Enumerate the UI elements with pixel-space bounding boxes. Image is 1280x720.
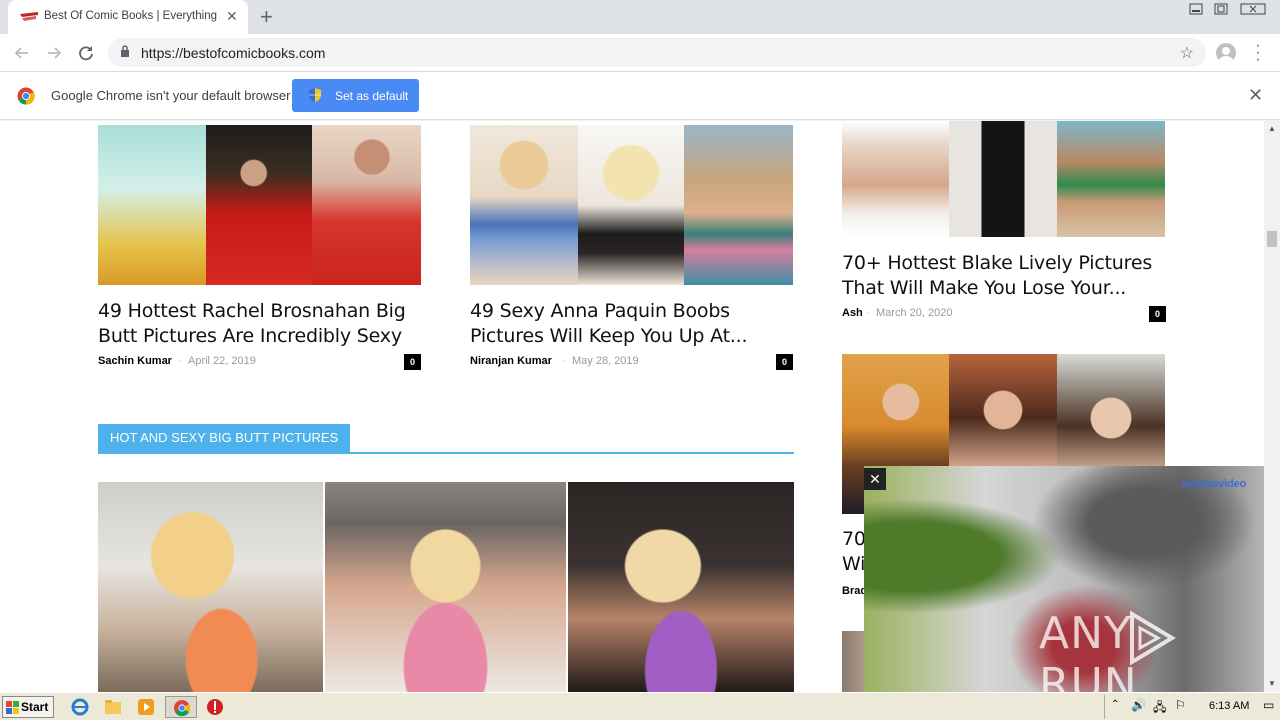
browser-toolbar: https://bestofcomicbooks.com ☆ · · · (0, 34, 1280, 72)
default-browser-infobar: Google Chrome isn't your default browser… (0, 72, 1280, 120)
article-title-line[interactable]: Pictures Will Keep You Up At... (470, 324, 800, 349)
article-title-line[interactable]: 70+ Hottest Blake Lively Pictures (842, 251, 1172, 276)
windows-logo-icon (6, 701, 19, 714)
article-title[interactable]: 49 Sexy Anna Paquin Boobs Pictures Will … (470, 299, 800, 349)
internet-explorer-icon[interactable] (70, 697, 90, 717)
infobar-close-icon[interactable]: ✕ (1248, 85, 1263, 106)
watermark-play-icon (1130, 610, 1176, 666)
video-ad-player[interactable]: avantisvideo ANYRUN (864, 466, 1264, 692)
tab-title: Best Of Comic Books | Everything Ab (44, 10, 220, 22)
show-desktop-icon[interactable]: ▭ (1263, 698, 1274, 712)
scroll-thumb[interactable] (1267, 231, 1277, 247)
new-tab-button[interactable]: + (260, 4, 273, 30)
infobar-message: Google Chrome isn't your default browser (51, 88, 291, 103)
article-thumbnail[interactable] (842, 121, 1165, 237)
file-explorer-icon[interactable] (103, 697, 123, 717)
uac-shield-icon (309, 88, 321, 102)
section-title[interactable]: HOT AND SEXY BIG BUTT PICTURES (98, 424, 351, 452)
section-thumbnail[interactable] (98, 482, 794, 692)
article-thumbnail[interactable] (470, 125, 793, 285)
system-tray: ⌃ 🔊 🖧 ⚐ 6:13 AM ▭ (1104, 695, 1280, 719)
volume-icon[interactable]: 🔊 (1131, 698, 1146, 712)
browser-tab[interactable]: Best Of Comic Books | Everything Ab ✕ (8, 0, 248, 34)
back-icon[interactable] (11, 42, 33, 64)
forward-icon[interactable] (43, 42, 65, 64)
video-brand-logo: avantisvideo (1181, 478, 1246, 490)
chrome-taskbar-button[interactable] (165, 696, 197, 718)
set-as-default-button[interactable]: Set as default (292, 79, 419, 112)
article-author[interactable]: Ash (842, 307, 863, 319)
tab-strip: Best Of Comic Books | Everything Ab ✕ + (0, 0, 1280, 34)
windows-taskbar: Start ⌃ 🔊 🖧 ⚐ 6:13 AM ▭ (0, 692, 1280, 720)
site-favicon-icon (20, 12, 38, 21)
set-as-default-label: Set as default (335, 89, 409, 103)
meta-separator: - (866, 307, 870, 319)
article-date: April 22, 2019 (188, 355, 256, 367)
address-bar[interactable]: https://bestofcomicbooks.com ☆ (108, 38, 1206, 67)
article-date: March 20, 2020 (876, 307, 953, 319)
restore-button[interactable] (1209, 2, 1233, 16)
minimize-button[interactable] (1184, 2, 1208, 16)
article-author[interactable]: Niranjan Kumar (470, 355, 552, 367)
article-date: May 28, 2019 (572, 355, 639, 367)
article-title-line[interactable]: Butt Pictures Are Incredibly Sexy (98, 324, 428, 349)
comment-count-badge[interactable]: 0 (776, 354, 793, 370)
article-title[interactable]: 49 Hottest Rachel Brosnahan Big Butt Pic… (98, 299, 428, 349)
tab-close-icon[interactable]: ✕ (226, 8, 238, 25)
meta-separator: - (562, 355, 566, 367)
article-title[interactable]: 70+ Hottest Blake Lively Pictures That W… (842, 251, 1172, 301)
start-button[interactable]: Start (2, 696, 54, 718)
bookmark-star-icon[interactable]: ☆ (1180, 43, 1194, 63)
antivirus-icon[interactable] (205, 697, 225, 717)
article-title-line[interactable]: 49 Hottest Rachel Brosnahan Big (98, 299, 428, 324)
window-close-button[interactable] (1234, 2, 1272, 16)
scroll-down-icon[interactable]: ▼ (1264, 676, 1280, 692)
video-close-button[interactable]: ✕ (864, 468, 886, 490)
article-author[interactable]: Sachin Kumar (98, 355, 172, 367)
profile-avatar-icon[interactable] (1216, 43, 1236, 63)
comment-count-badge[interactable]: 0 (404, 354, 421, 370)
taskbar-clock[interactable]: 6:13 AM (1209, 700, 1249, 712)
page-scrollbar[interactable]: ▲ ▼ (1264, 121, 1280, 692)
url-text[interactable]: https://bestofcomicbooks.com (141, 45, 325, 61)
chrome-logo-icon (17, 87, 35, 105)
chrome-taskbar-icon (174, 700, 191, 717)
scroll-up-icon[interactable]: ▲ (1264, 121, 1280, 137)
article-title-line[interactable]: That Will Make You Lose Your... (842, 276, 1172, 301)
lock-icon[interactable] (120, 45, 130, 58)
comment-count-badge[interactable]: 0 (1149, 306, 1166, 322)
article-title-line[interactable]: 49 Sexy Anna Paquin Boobs (470, 299, 800, 324)
media-player-icon[interactable] (136, 697, 156, 717)
tray-expand-icon[interactable]: ⌃ (1111, 699, 1119, 710)
article-thumbnail[interactable] (98, 125, 421, 285)
action-center-flag-icon[interactable]: ⚐ (1175, 698, 1186, 712)
reload-icon[interactable] (75, 42, 97, 64)
meta-separator: - (178, 355, 182, 367)
network-icon[interactable]: 🖧 (1153, 698, 1166, 719)
menu-kebab-icon[interactable]: · · · (1252, 38, 1264, 68)
section-header: HOT AND SEXY BIG BUTT PICTURES (98, 424, 794, 454)
start-label: Start (21, 700, 49, 714)
